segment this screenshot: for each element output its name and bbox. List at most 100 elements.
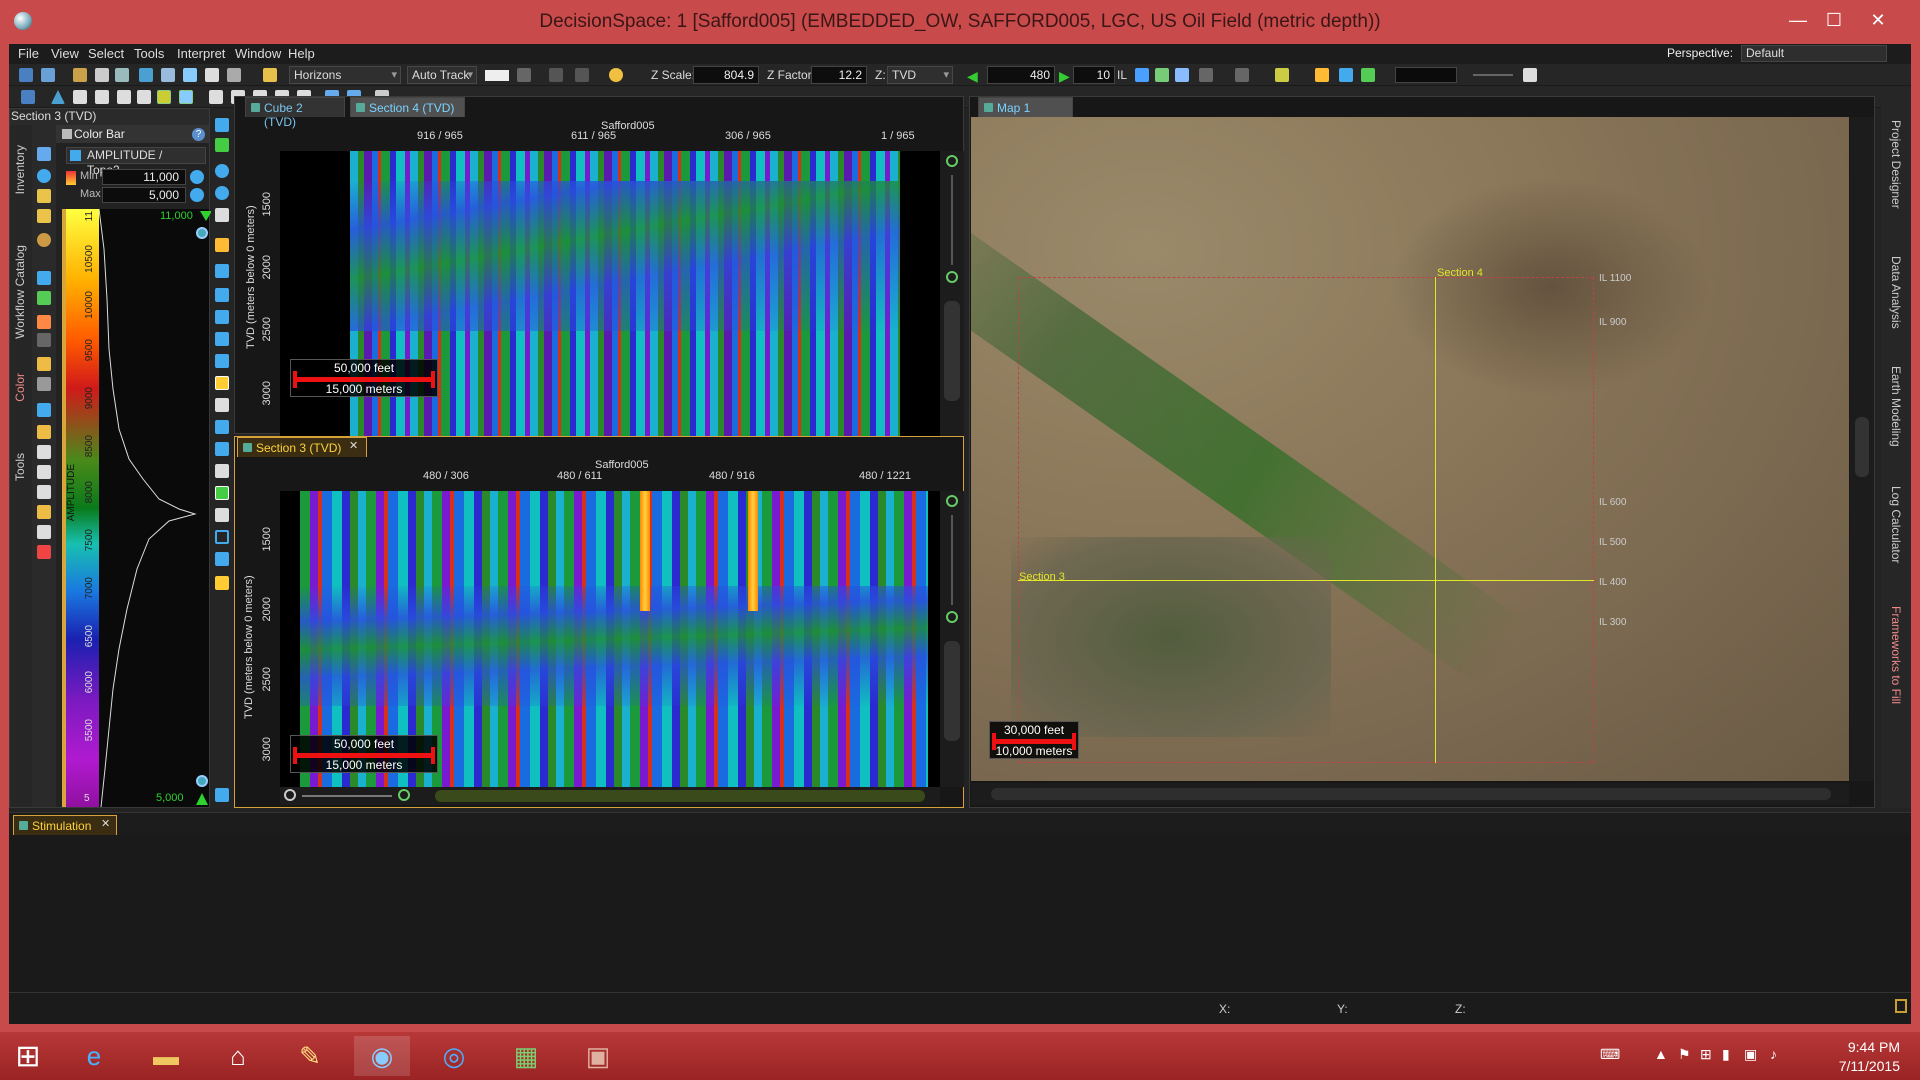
- frame-icon[interactable]: [215, 208, 229, 222]
- rect-tool-icon[interactable]: [215, 530, 229, 544]
- vtab-frameworks-to-fill[interactable]: Frameworks to Fill: [1889, 606, 1903, 704]
- fill-tool-icon[interactable]: [215, 486, 229, 500]
- line-tool-icon[interactable]: [215, 264, 229, 278]
- vtab-inventory[interactable]: Inventory: [13, 145, 27, 194]
- vzoom-slider-top[interactable]: [951, 175, 953, 265]
- zoom-tool-icon[interactable]: [215, 118, 229, 132]
- menu-tools[interactable]: Tools: [134, 46, 164, 61]
- map-vscroll[interactable]: [1850, 117, 1874, 781]
- arrow-icon[interactable]: [37, 315, 51, 329]
- bucket-icon[interactable]: [37, 209, 51, 223]
- menu-file[interactable]: File: [18, 46, 39, 61]
- grid-color-icon[interactable]: [37, 377, 51, 391]
- refresh-icon[interactable]: [37, 169, 51, 183]
- vzoom-out-icon-top[interactable]: [946, 271, 958, 283]
- prev-line-icon[interactable]: ◀: [967, 68, 978, 85]
- tray-up-icon[interactable]: ▲: [1654, 1046, 1668, 1062]
- magnify-icon[interactable]: [215, 164, 229, 178]
- explorer-icon[interactable]: ▬: [138, 1036, 194, 1076]
- probe-tool-icon[interactable]: [215, 420, 229, 434]
- pointer-icon[interactable]: [161, 68, 175, 82]
- tool-icon[interactable]: [115, 68, 129, 82]
- vscroll-thumb-bottom[interactable]: [944, 641, 960, 741]
- vzoom-out-icon-bottom[interactable]: [946, 611, 958, 623]
- image-tool-icon[interactable]: [215, 376, 229, 390]
- pick-icon[interactable]: [1361, 68, 1375, 82]
- snapshot-icon[interactable]: [227, 68, 241, 82]
- ie-icon[interactable]: e: [66, 1036, 122, 1076]
- vtab-workflow-catalog[interactable]: Workflow Catalog: [13, 245, 27, 339]
- pick-tool-icon[interactable]: [215, 238, 229, 252]
- vtab-earth-modeling[interactable]: Earth Modeling: [1889, 366, 1903, 447]
- search-field[interactable]: [1395, 67, 1457, 83]
- histogram-icon[interactable]: [37, 291, 51, 305]
- map-hscroll[interactable]: [971, 783, 1849, 805]
- perspective-select[interactable]: Default: [1741, 45, 1887, 62]
- menu-help[interactable]: Help: [288, 46, 315, 61]
- stack2-icon[interactable]: [37, 525, 51, 539]
- flag-icon[interactable]: ⚑: [1678, 1046, 1691, 1063]
- save-icon[interactable]: [73, 68, 87, 82]
- curve-tool-icon[interactable]: [215, 332, 229, 346]
- erase-tool-icon[interactable]: [215, 508, 229, 522]
- brush-tool-icon[interactable]: [215, 576, 229, 590]
- draw-tool-icon[interactable]: [215, 310, 229, 324]
- tab-section-3[interactable]: Section 3 (TVD): [237, 437, 367, 457]
- list-icon[interactable]: [73, 90, 87, 104]
- menu-view[interactable]: View: [51, 46, 79, 61]
- layout-icon[interactable]: [1523, 68, 1537, 82]
- vtab-data-analysis[interactable]: Data Analysis: [1889, 256, 1903, 329]
- marker-icon[interactable]: [37, 357, 51, 371]
- folder-icon[interactable]: [37, 425, 51, 439]
- undo-color-icon[interactable]: [37, 233, 51, 247]
- home-icon[interactable]: ⌂: [210, 1036, 266, 1076]
- window-icon[interactable]: [209, 90, 223, 104]
- z-domain-select[interactable]: TVD: [887, 66, 953, 84]
- undo-icon[interactable]: [549, 68, 563, 82]
- zoom-out-icon[interactable]: [196, 775, 208, 787]
- next-line-icon[interactable]: ▶: [1059, 68, 1070, 85]
- vzoom-in-icon-top[interactable]: [946, 155, 958, 167]
- lock-color-icon[interactable]: [37, 333, 51, 347]
- map-hscroll-thumb[interactable]: [991, 788, 1831, 800]
- highlight-icon[interactable]: [157, 90, 171, 104]
- section3-line[interactable]: [1018, 580, 1594, 581]
- vtab-color[interactable]: Color: [13, 373, 27, 402]
- table-icon[interactable]: [95, 90, 109, 104]
- bookmark-add-icon[interactable]: [1235, 68, 1249, 82]
- tab-section-3-close[interactable]: ✕: [349, 439, 358, 452]
- menu-select[interactable]: Select: [88, 46, 124, 61]
- paint-icon[interactable]: [37, 189, 51, 203]
- maximize-button[interactable]: ☐: [1816, 6, 1852, 34]
- pencil-icon[interactable]: [263, 68, 277, 82]
- export-icon[interactable]: [37, 545, 51, 559]
- network-icon[interactable]: ▣: [1744, 1046, 1757, 1063]
- select-tool-icon[interactable]: [179, 90, 193, 104]
- doc3-icon[interactable]: [37, 485, 51, 499]
- light-icon[interactable]: [609, 68, 623, 82]
- hzoom-slider-bottom[interactable]: [302, 795, 392, 797]
- battery-icon[interactable]: ▮: [1722, 1046, 1730, 1063]
- help-icon[interactable]: ?: [192, 128, 205, 141]
- new-project-icon[interactable]: [19, 68, 33, 82]
- menu-window[interactable]: Window: [235, 46, 281, 61]
- section4-line[interactable]: [1435, 277, 1436, 763]
- start-button[interactable]: ⊞: [0, 1036, 56, 1076]
- windows-icon[interactable]: ⊞: [1700, 1046, 1712, 1063]
- zfactor-input[interactable]: 12.2: [811, 66, 867, 84]
- doc2-icon[interactable]: [37, 465, 51, 479]
- view-icon[interactable]: [21, 90, 35, 104]
- fault-icon[interactable]: [1339, 68, 1353, 82]
- auto-track-select[interactable]: Auto Track: [407, 66, 477, 84]
- app-blue-icon[interactable]: ◎: [426, 1036, 482, 1076]
- volume-icon[interactable]: ♪: [1770, 1046, 1777, 1062]
- home-view-icon[interactable]: [1155, 68, 1169, 82]
- minimize-button[interactable]: —: [1780, 6, 1816, 34]
- stack-icon[interactable]: [37, 505, 51, 519]
- decisionspace-icon[interactable]: ◉: [354, 1036, 410, 1076]
- vtab-tools[interactable]: Tools: [13, 453, 27, 481]
- satellite-map[interactable]: Section 4 Section 3 IL 1100 IL 900 IL 60…: [971, 117, 1849, 781]
- measure-icon[interactable]: [139, 68, 153, 82]
- map-vscroll-thumb[interactable]: [1855, 417, 1869, 477]
- tab-cube-2[interactable]: Cube 2 (TVD): [245, 97, 345, 129]
